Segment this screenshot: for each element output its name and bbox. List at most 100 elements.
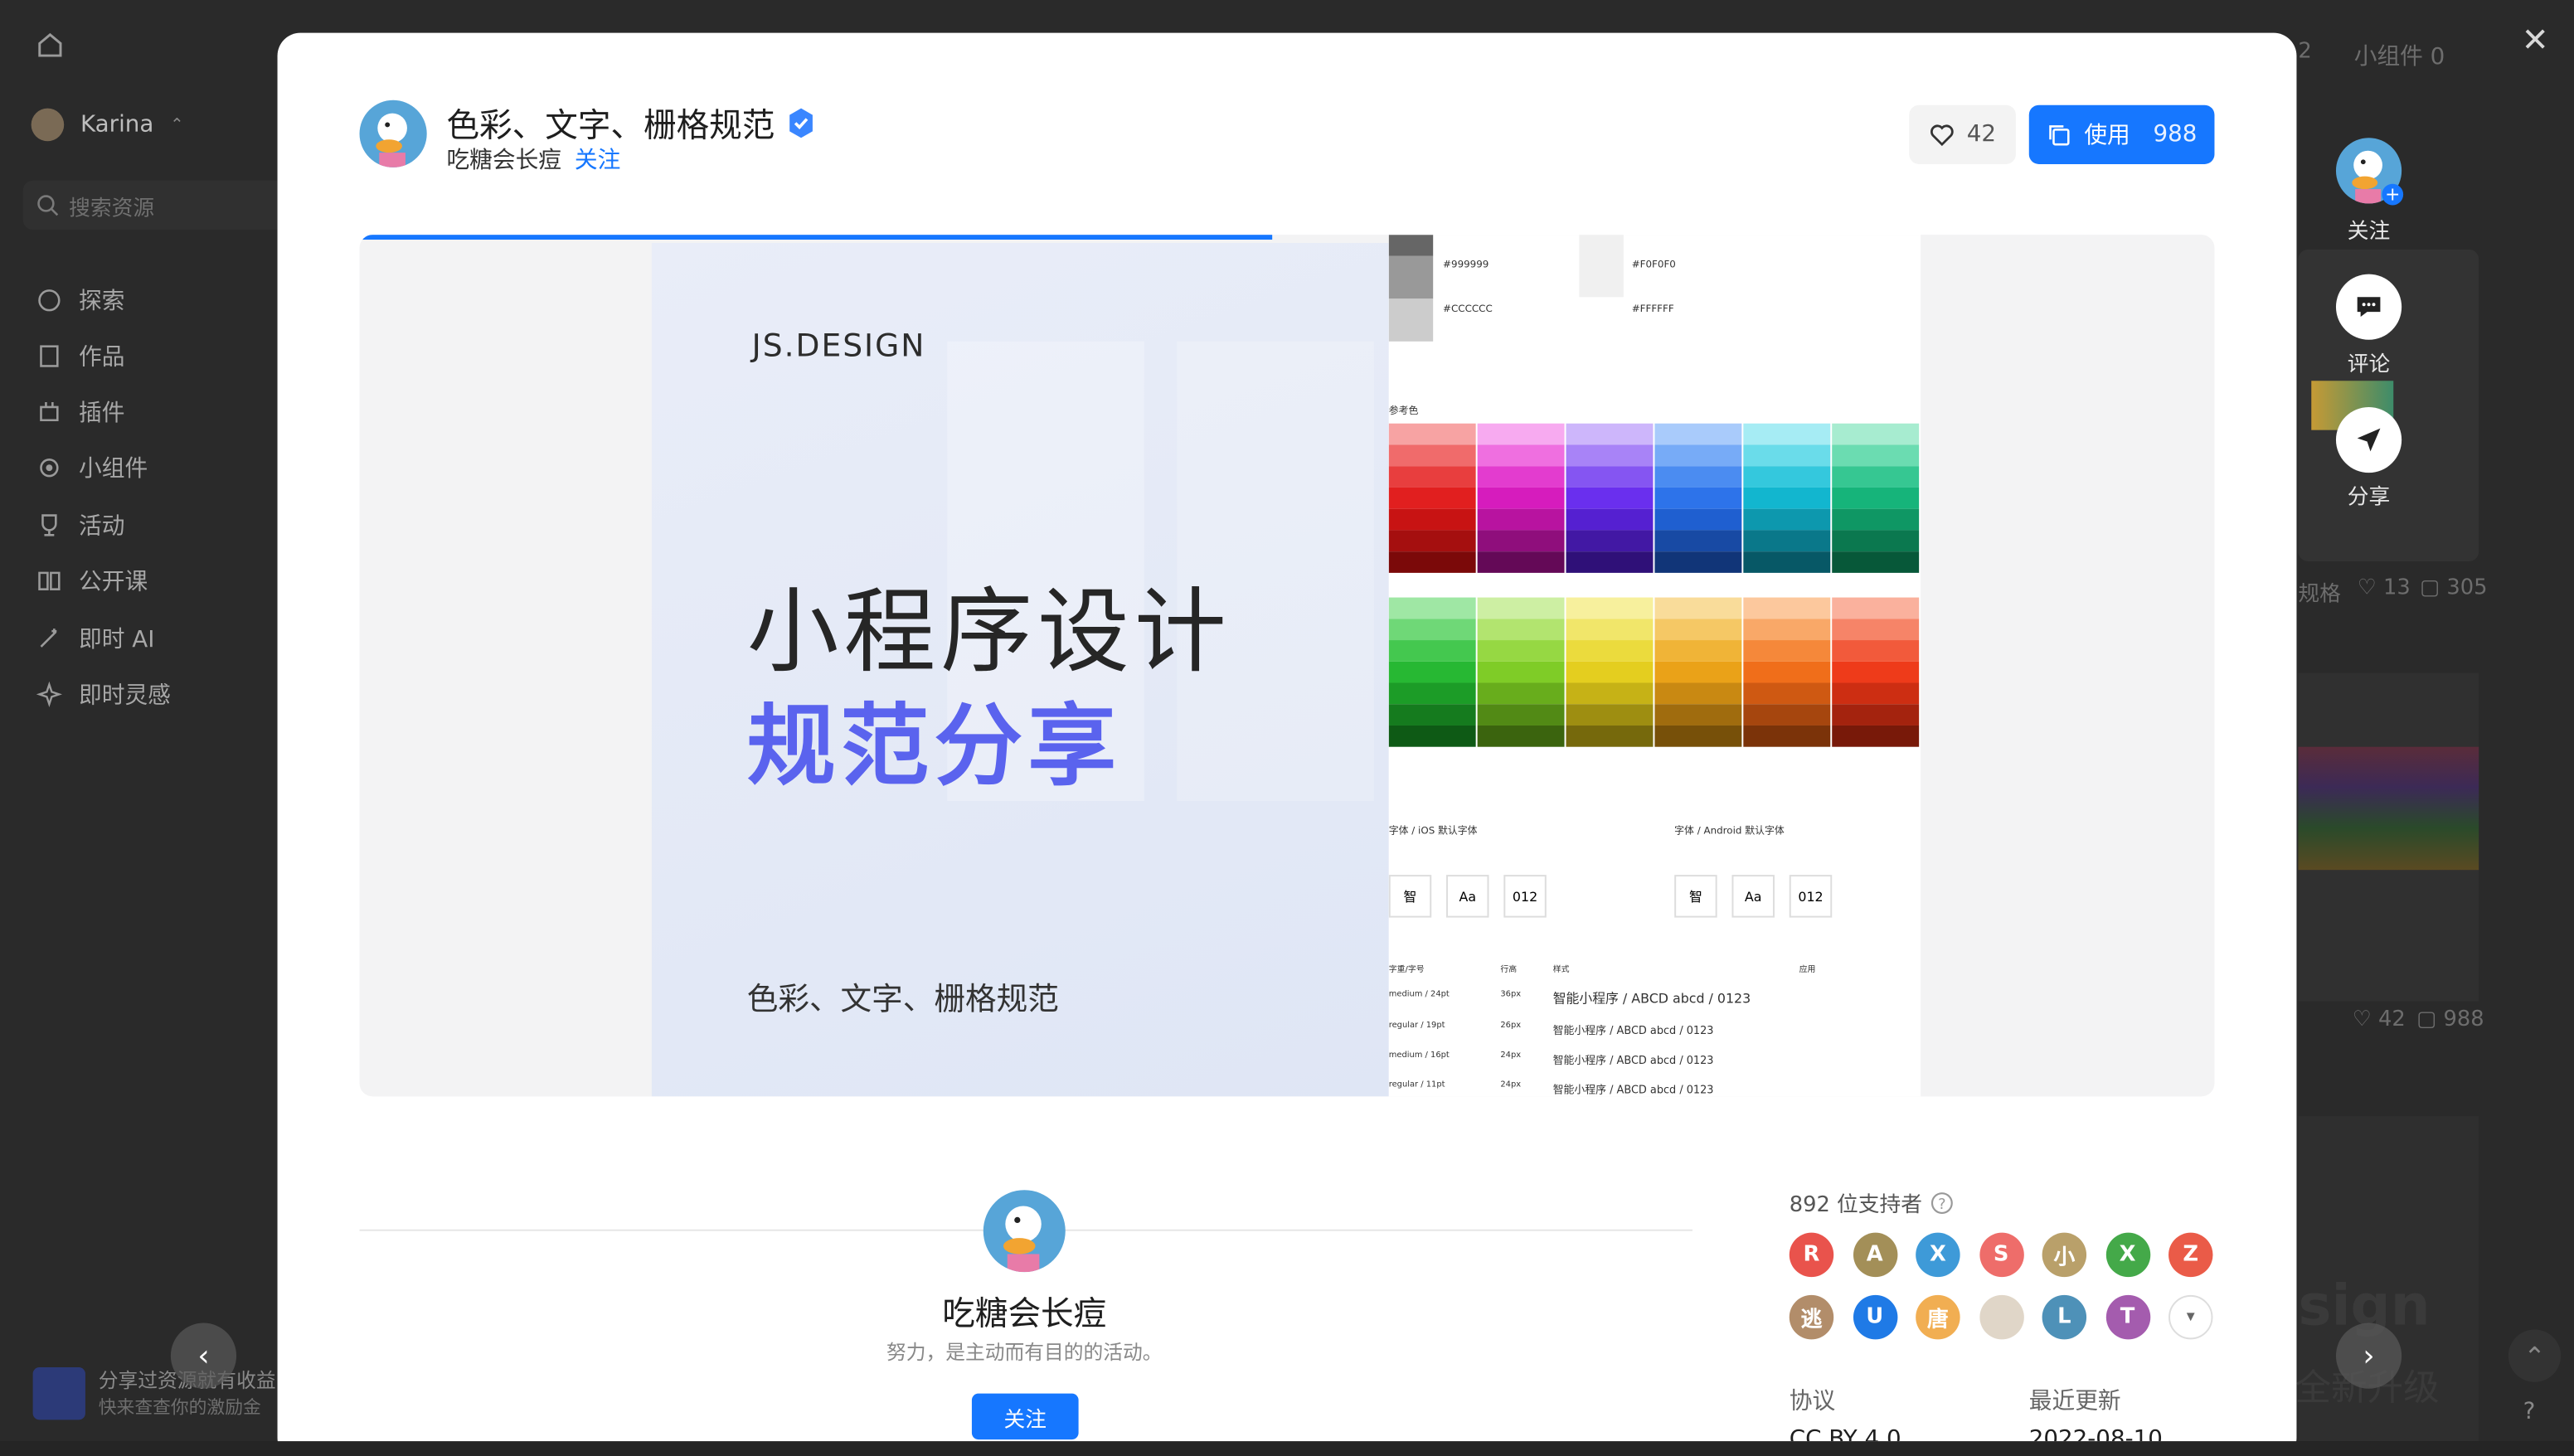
- gray-code: #999999: [1443, 259, 1489, 271]
- table-header: 样式: [1552, 965, 1570, 975]
- supporter-avatar[interactable]: R: [1789, 1232, 1834, 1278]
- sidebar-item-label: 公开课: [79, 569, 148, 596]
- sidebar-item-label: 探索: [79, 289, 125, 316]
- palette-column: [1477, 597, 1565, 747]
- palette-swatch: [1477, 704, 1565, 726]
- scroll-top-button[interactable]: ⌃: [2508, 1329, 2562, 1382]
- palette-swatch: [1832, 661, 1920, 683]
- verified-badge-icon: [789, 107, 813, 138]
- palette-swatch: [1566, 619, 1654, 641]
- type-table-row: medium / 16pt 24px 智能小程序 / ABCD abcd / 012…: [1389, 1051, 1921, 1067]
- type-table: 字重/字号 行高 样式 应用 medium / 24pt 36px 智能小程序 / …: [1389, 963, 1921, 1096]
- bg-tab-widgets: 小组件 0: [2353, 44, 2445, 71]
- palette-swatch: [1743, 725, 1831, 747]
- sidebar-item-widgets[interactable]: 小组件: [36, 451, 148, 484]
- palette-column: [1566, 597, 1654, 747]
- supporter-avatar[interactable]: A: [1852, 1232, 1897, 1278]
- home-icon[interactable]: [36, 32, 65, 66]
- supporter-avatar[interactable]: X: [2105, 1232, 2150, 1278]
- author-row: 吃糖会长痘 关注: [446, 143, 620, 176]
- palette-swatch: [1832, 704, 1920, 726]
- palette-swatch: [1654, 725, 1742, 747]
- palette-swatch: [1654, 682, 1742, 705]
- palette-swatch: [1743, 704, 1831, 726]
- supporter-avatar[interactable]: T: [2105, 1294, 2150, 1340]
- promo-subtitle: 快来查查你的激励金: [98, 1396, 261, 1419]
- supporter-avatar[interactable]: S: [1979, 1232, 2023, 1278]
- comment-button[interactable]: [2335, 274, 2402, 340]
- gray-swatch: [1388, 255, 1434, 299]
- chevron-left-icon: ‹: [197, 1338, 210, 1373]
- sidebar-item-courses[interactable]: 公开课: [36, 565, 148, 598]
- follow-link[interactable]: 关注: [575, 143, 620, 176]
- supporter-avatar[interactable]: 唐: [1916, 1294, 1960, 1340]
- chevron-up-icon: ⌃: [2523, 1340, 2546, 1371]
- license-value[interactable]: CC BY 4.0: [1790, 1426, 1901, 1441]
- palette-swatch: [1743, 444, 1831, 467]
- chevron-down-icon: ▾: [2186, 1308, 2195, 1327]
- supporter-avatar[interactable]: [1979, 1294, 2023, 1340]
- table-header: 行高: [1500, 965, 1518, 975]
- supporter-avatar[interactable]: Z: [2168, 1232, 2213, 1278]
- palette-swatch: [1477, 725, 1565, 747]
- palette-column: [1743, 597, 1831, 747]
- glyph-zh: 智: [1674, 875, 1717, 918]
- cover-headline-accent: 规范分享: [746, 694, 1122, 798]
- gray-swatch: [1388, 235, 1434, 256]
- preview-area[interactable]: JS.DESIGN 小程序设计 规范分享 色彩、文字、栅格规范 #999999 …: [359, 235, 2215, 1097]
- palette-swatch: [1743, 466, 1831, 488]
- sidebar-item-inspiration[interactable]: 即时灵感: [36, 678, 171, 711]
- supporter-avatar[interactable]: X: [1916, 1232, 1960, 1278]
- close-icon[interactable]: ✕: [2522, 20, 2549, 60]
- expand-supporters-button[interactable]: ▾: [2168, 1294, 2213, 1340]
- author-avatar[interactable]: [359, 99, 427, 167]
- sidebar-item-ai[interactable]: 即时 AI: [36, 622, 154, 655]
- next-button[interactable]: ›: [2335, 1323, 2402, 1389]
- glyph-num: 012: [1789, 875, 1833, 918]
- palette-swatch: [1477, 423, 1565, 445]
- palette-swatch: [1388, 551, 1476, 573]
- use-button[interactable]: 使用 988: [2028, 104, 2215, 164]
- supporter-avatar[interactable]: L: [2042, 1294, 2087, 1340]
- supporter-avatar[interactable]: 逃: [1789, 1294, 1834, 1340]
- help-icon[interactable]: ?: [2523, 1399, 2536, 1425]
- palette-swatch: [1832, 640, 1920, 662]
- palette-column: [1654, 423, 1742, 573]
- share-button[interactable]: [2335, 406, 2402, 473]
- help-circle-icon[interactable]: ?: [1931, 1191, 1954, 1214]
- palette-swatch: [1743, 640, 1831, 662]
- palette-swatch: [1654, 423, 1742, 445]
- sidebar-item-explore[interactable]: 探索: [36, 284, 125, 317]
- sidebar-item-events[interactable]: 活动: [36, 509, 124, 542]
- palette-swatch: [1388, 597, 1476, 619]
- palette-swatch: [1566, 551, 1654, 573]
- like-button[interactable]: 42: [1909, 104, 2016, 164]
- palette-swatch: [1566, 704, 1654, 726]
- copy-icon: [2048, 124, 2069, 145]
- palette-swatch: [1388, 466, 1476, 488]
- palette-swatch: [1477, 682, 1565, 705]
- sidebar-item-works[interactable]: 作品: [36, 340, 124, 373]
- sidebar-item-label: 小组件: [79, 456, 148, 483]
- resource-title-row: 色彩、文字、栅格规范: [446, 99, 817, 146]
- user-switcher[interactable]: Karina ⌃: [31, 108, 184, 142]
- profile-follow-button[interactable]: 关注: [971, 1393, 1079, 1440]
- light-code: #FFFFFF: [1631, 303, 1674, 316]
- supporter-avatar[interactable]: 小: [2042, 1232, 2087, 1278]
- bg-card-title: 规格: [2298, 582, 2341, 608]
- resource-title: 色彩、文字、栅格规范: [446, 104, 775, 145]
- supporter-avatar[interactable]: U: [1852, 1294, 1897, 1340]
- palette-swatch: [1477, 508, 1565, 531]
- sidebar-item-plugins[interactable]: 插件: [36, 396, 124, 429]
- trophy-icon: [41, 514, 57, 536]
- previous-button[interactable]: ‹: [170, 1323, 237, 1389]
- promo-banner[interactable]: 分享过资源就有收益 快来查查你的激励金: [32, 1366, 276, 1420]
- cover-slide: JS.DESIGN 小程序设计 规范分享 色彩、文字、栅格规范: [651, 242, 1389, 1097]
- palette-swatch: [1832, 619, 1920, 641]
- profile-avatar[interactable]: [983, 1190, 1066, 1273]
- plus-icon[interactable]: +: [2382, 183, 2404, 206]
- palette-swatch: [1477, 619, 1565, 641]
- search-input[interactable]: 搜索资源: [22, 180, 286, 231]
- author-name[interactable]: 吃糖会长痘: [446, 143, 561, 176]
- light-code: #F0F0F0: [1631, 259, 1676, 271]
